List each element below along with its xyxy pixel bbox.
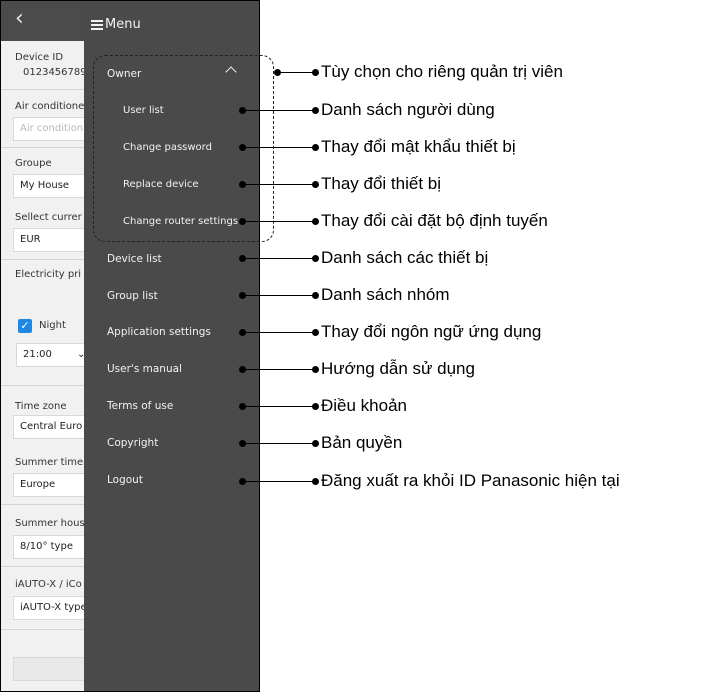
iauto-label: iAUTO-X / iCo	[15, 579, 82, 590]
menu-item-logout[interactable]: Logout	[107, 474, 143, 486]
annotation-user-list: Danh sách người dùng	[321, 100, 495, 119]
annotation-users-manual: Hướng dẫn sử dụng	[321, 359, 475, 378]
annotation-copyright: Bản quyền	[321, 433, 403, 452]
leader-dot	[312, 329, 319, 336]
leader-line	[242, 110, 315, 111]
leader-line	[277, 72, 315, 73]
menu-item-users-manual[interactable]: User's manual	[107, 363, 182, 375]
leader-dot	[312, 181, 319, 188]
annotation-change-password: Thay đổi mật khẩu thiết bị	[321, 137, 516, 156]
annotation-replace-device: Thay đổi thiết bị	[321, 174, 442, 193]
leader-line	[242, 221, 315, 222]
bottom-button[interactable]	[13, 657, 93, 681]
leader-dot	[312, 292, 319, 299]
hamburger-icon	[91, 18, 103, 32]
annotation-application-settings: Thay đổi ngôn ngữ ứng dụng	[321, 322, 542, 341]
leader-dot	[312, 440, 319, 447]
leader-line	[242, 184, 315, 185]
leader-line	[242, 258, 315, 259]
summer-time-label: Summer time	[15, 457, 84, 468]
owner-group-frame	[93, 55, 274, 242]
menu-item-application-settings[interactable]: Application settings	[107, 326, 211, 338]
annotation-logout: Đăng xuất ra khỏi ID Panasonic hiện tại	[321, 471, 620, 490]
annotation-group-list: Danh sách nhóm	[321, 285, 450, 304]
summer-house-label: Summer hous	[15, 518, 85, 529]
leader-line	[242, 147, 315, 148]
timezone-label: Time zone	[15, 401, 67, 412]
annotation-device-list: Danh sách các thiết bị	[321, 248, 489, 267]
device-id-value: 0123456789	[23, 67, 87, 78]
currency-label: Sellect currer	[15, 212, 82, 223]
leader-line	[242, 443, 315, 444]
air-conditioner-label: Air conditione	[15, 101, 85, 112]
menu-item-terms-of-use[interactable]: Terms of use	[107, 400, 173, 412]
leader-dot	[312, 403, 319, 410]
leader-line	[242, 332, 315, 333]
leader-dot	[312, 107, 319, 114]
annotation-terms-of-use: Điều khoản	[321, 396, 408, 415]
annotation-change-router-settings: Thay đổi cài đặt bộ định tuyến	[321, 211, 548, 230]
night-time-value: 21:00	[23, 349, 52, 360]
leader-dot	[312, 218, 319, 225]
leader-dot	[312, 69, 319, 76]
leader-line	[242, 369, 315, 370]
device-id-label: Device ID	[15, 52, 64, 63]
groupe-label: Groupe	[15, 158, 52, 169]
night-checkbox[interactable]: ✓	[18, 319, 32, 333]
menu-title: Menu	[105, 17, 141, 32]
menu-item-copyright[interactable]: Copyright	[107, 437, 158, 449]
menu-item-device-list[interactable]: Device list	[107, 253, 162, 265]
leader-dot	[312, 144, 319, 151]
menu-header[interactable]: Menu	[91, 17, 141, 32]
leader-dot	[312, 255, 319, 262]
annotation-owner: Tùy chọn cho riêng quản trị viên	[321, 62, 563, 81]
leader-line	[242, 481, 315, 482]
chevron-left-icon[interactable]: ‹	[15, 6, 24, 32]
leader-line	[242, 295, 315, 296]
menu-item-group-list[interactable]: Group list	[107, 290, 158, 302]
electricity-label: Electricity pri	[15, 269, 82, 280]
leader-dot	[312, 478, 319, 485]
night-label: Night	[39, 320, 66, 331]
leader-dot	[312, 366, 319, 373]
leader-line	[242, 406, 315, 407]
